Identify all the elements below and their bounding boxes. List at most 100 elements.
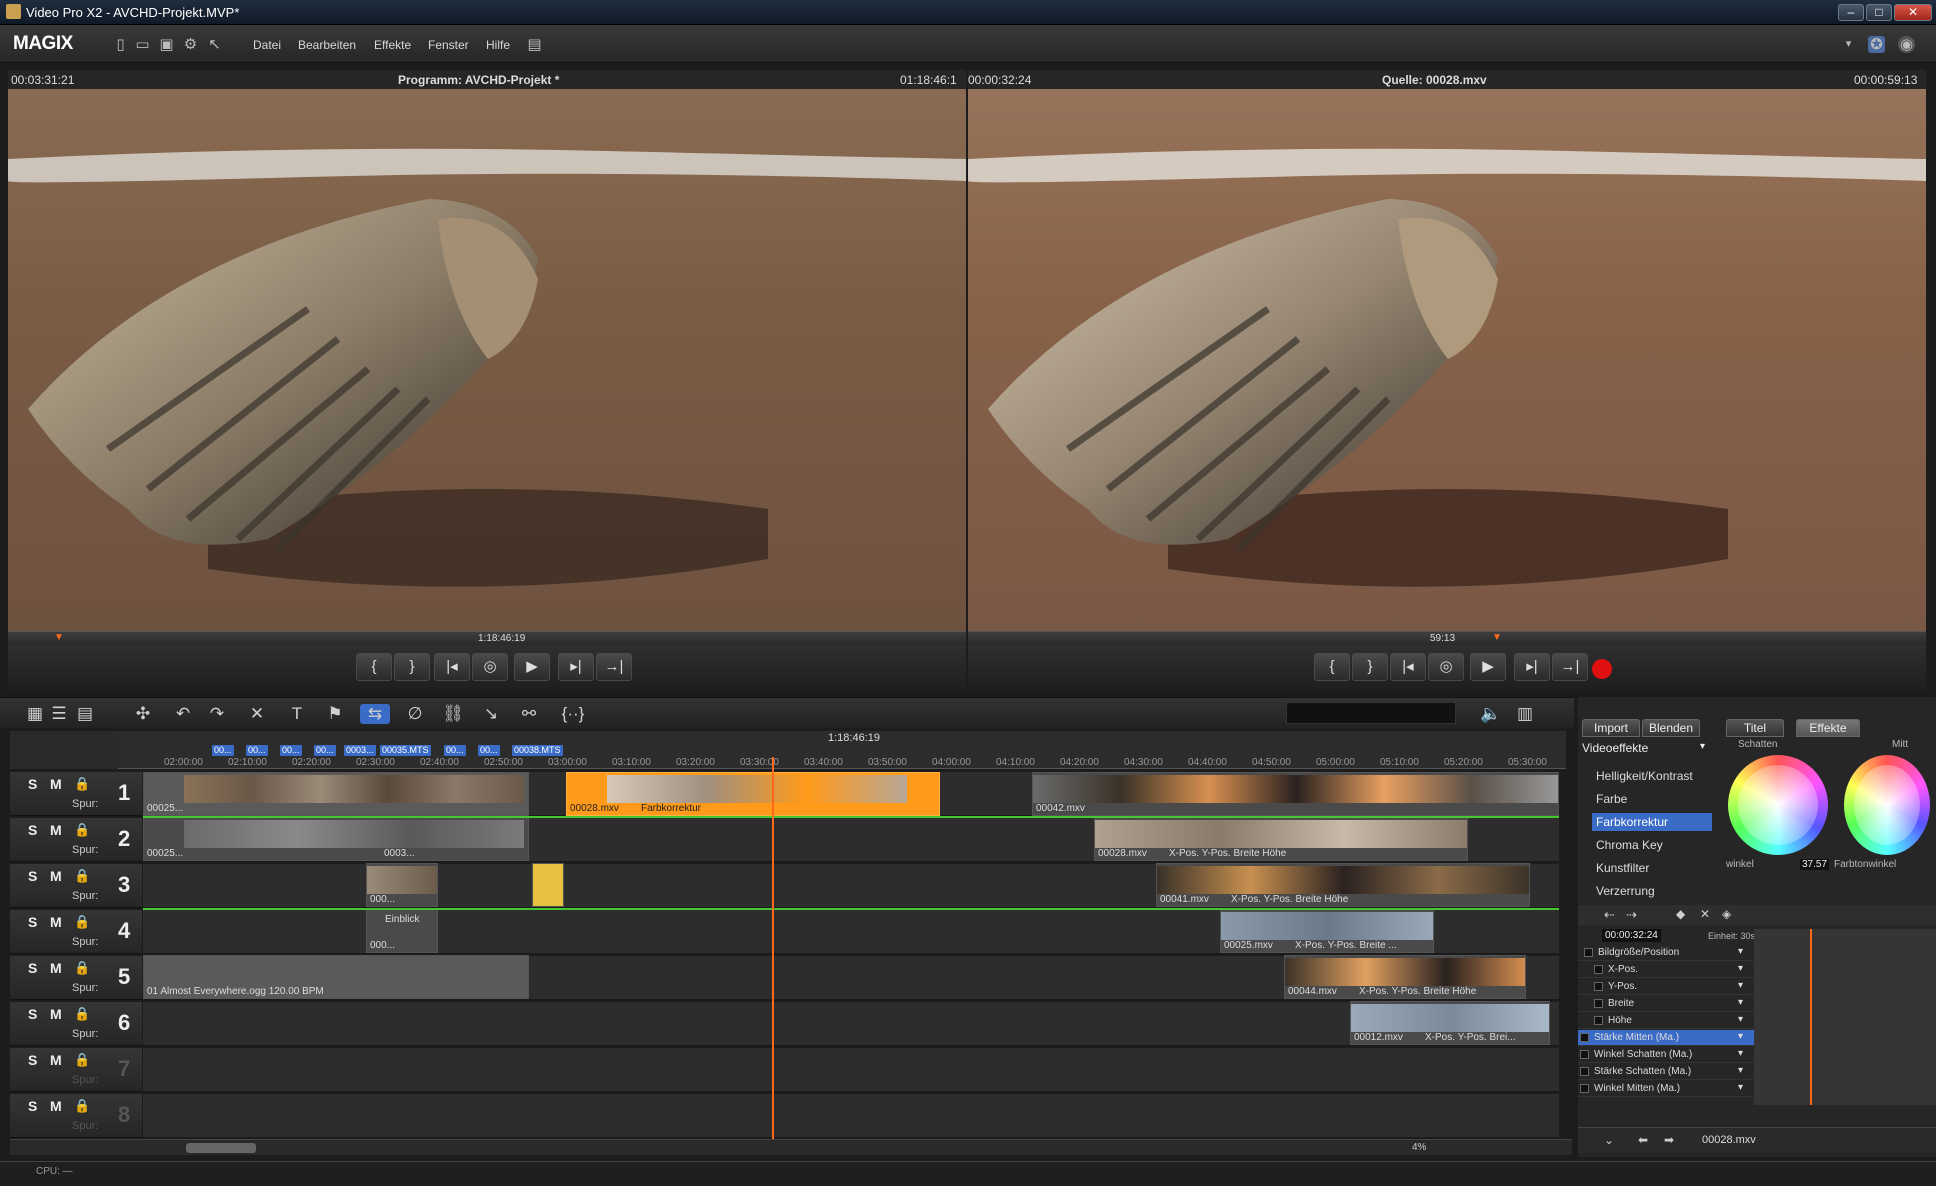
clip-track5-audio[interactable]: 01 Almost Everywhere.ogg 120.00 BPM [143,955,529,999]
menu-hilfe[interactable]: Hilfe [486,38,510,52]
tab-titel[interactable]: Titel [1726,719,1784,737]
timeline-ruler[interactable]: 1:18:46:19 00... 00... 00... 00... 0003... 00… [118,731,1566,769]
timeline-playhead[interactable] [772,757,774,1139]
split-tool-icon[interactable]: ⚯ [518,704,540,724]
color-wheel-midtones[interactable] [1844,755,1930,855]
scroll-thumb[interactable] [186,1143,256,1153]
timeline-marker[interactable]: 00035.MTS [380,745,431,756]
chevron-down-icon[interactable]: ▾ [1738,980,1743,991]
parameter-checkbox[interactable] [1580,1067,1589,1076]
lock-icon[interactable]: 🔒 [74,1052,90,1068]
volume-curve-track1[interactable] [143,816,1559,818]
chevron-down-icon[interactable]: ▾ [1738,946,1743,957]
program-loop-button[interactable]: ◎ [472,653,508,681]
timeline-marker[interactable]: 00... [212,745,234,756]
timeline-marker[interactable]: 00... [444,745,466,756]
parameter-checkbox[interactable] [1594,982,1603,991]
parameter-checkbox[interactable] [1594,1016,1603,1025]
chevron-down-icon[interactable]: ▾ [1738,1014,1743,1025]
scene-overview-icon[interactable]: ☰ [48,704,70,724]
storyboard-mode-icon[interactable]: ▦ [24,704,46,724]
minimize-button[interactable]: – [1838,4,1864,21]
clip-track2-c[interactable]: 00028.mxv X-Pos. Y-Pos. Breite Höhe [1094,817,1468,861]
source-scrub-bar[interactable]: 59:13 ▼ [968,631,1926,645]
parameter-checkbox[interactable] [1580,1084,1589,1093]
timeline-scrollbar[interactable]: 4% [10,1139,1572,1155]
mute-button[interactable]: M [50,776,62,792]
clip-track3-b[interactable]: 00041.mxv X-Pos. Y-Pos. Breite Höhe [1156,863,1530,907]
undo-icon[interactable]: ↶ [172,704,194,724]
network-icon[interactable]: ✪ [1868,36,1885,53]
program-end-button[interactable]: →| [596,653,632,681]
menu-bearbeiten[interactable]: Bearbeiten [298,38,356,52]
back-arrow-icon[interactable]: ⬅ [1638,1133,1648,1147]
source-play-button[interactable]: ▶ [1470,653,1506,681]
source-end-button[interactable]: →| [1552,653,1588,681]
parameter-row[interactable]: Stärke Mitten (Ma.) ▾ [1578,1030,1754,1046]
clip-track4-b[interactable]: 00025.mxv X-Pos. Y-Pos. Breite ... [1220,909,1434,953]
program-prev-marker-button[interactable]: |◂ [434,653,470,681]
maximize-button[interactable]: □ [1866,4,1892,21]
delete-keyframe-icon[interactable]: ✕ [1700,907,1710,921]
title-tool-icon[interactable]: T [286,704,308,724]
program-next-marker-button[interactable]: ▸| [558,653,594,681]
collapse-icon[interactable]: ⌄ [1604,1133,1614,1147]
timeline-marker[interactable]: 00... [280,745,302,756]
volume-icon[interactable]: 🔈 [1480,704,1502,724]
parameter-row[interactable]: Bildgröße/Position ▾ [1578,945,1754,961]
color-wheel-shadows[interactable] [1728,755,1828,855]
parameter-row[interactable]: Y-Pos. ▾ [1578,979,1754,995]
mute-button[interactable]: M [50,822,62,838]
source-next-marker-button[interactable]: ▸| [1514,653,1550,681]
options-icon[interactable]: ◉ [1898,36,1915,53]
timeline-mode-icon[interactable]: ▤ [74,704,96,724]
tab-effekte[interactable]: Effekte [1796,719,1860,737]
source-in-point-button[interactable]: { [1314,653,1350,681]
effect-item[interactable]: Helligkeit/Kontrast [1592,767,1712,785]
group-icon[interactable]: ∅ [404,704,426,724]
keyframe-time[interactable]: 00:00:32:24 [1602,929,1661,942]
parameter-checkbox[interactable] [1594,965,1603,974]
mute-button[interactable]: M [50,1006,62,1022]
program-out-point-button[interactable]: } [394,653,430,681]
chevron-down-icon[interactable]: ▾ [1738,963,1743,974]
volume-curve-track3[interactable] [143,908,1559,910]
mute-button[interactable]: M [50,1098,62,1114]
redo-icon[interactable]: ↷ [206,704,228,724]
solo-button[interactable]: S [28,776,37,792]
source-playhead-icon[interactable]: ▼ [1492,632,1502,643]
lock-icon[interactable]: 🔒 [74,1006,90,1022]
parameter-checkbox[interactable] [1584,948,1593,957]
mute-button[interactable]: M [50,914,62,930]
add-keyframe-icon[interactable]: ◆ [1676,907,1685,921]
clip-track4-a[interactable]: Einblick 000... [366,909,438,953]
parameter-checkbox[interactable] [1580,1033,1589,1042]
source-prev-marker-button[interactable]: |◂ [1390,653,1426,681]
keyframe-playhead[interactable] [1810,929,1812,1105]
effect-item[interactable]: Kunstfilter [1592,859,1712,877]
mute-button[interactable]: M [50,1052,62,1068]
parameter-row[interactable]: Stärke Schatten (Ma.) ▾ [1578,1064,1754,1080]
chevron-down-icon[interactable]: ▾ [1738,1082,1743,1093]
menu-fenster[interactable]: Fenster [428,38,469,52]
effect-category-select[interactable]: Videoeffekte ▾ [1582,741,1712,759]
effect-item[interactable]: Farbe [1592,790,1712,808]
delete-icon[interactable]: ✕ [246,704,268,724]
lock-icon[interactable]: 🔒 [74,960,90,976]
snap-icon[interactable]: ⇆ [360,704,390,724]
lock-icon[interactable]: 🔒 [74,776,90,792]
mixer-icon[interactable]: ▥ [1514,704,1536,724]
source-loop-button[interactable]: ◎ [1428,653,1464,681]
clip-track5-b[interactable]: 00044.mxv X-Pos. Y-Pos. Breite Höhe [1284,955,1526,999]
cut-tool-icon[interactable]: ↘ [480,704,502,724]
effect-item[interactable]: Farbkorrektur [1592,813,1712,831]
keyframe-graph[interactable] [1754,929,1936,1105]
settings-icon[interactable]: ⚙ [182,36,199,53]
menu-datei[interactable]: Datei [253,38,281,52]
chevron-down-icon[interactable]: ▾ [1738,1048,1743,1059]
source-out-point-button[interactable]: } [1352,653,1388,681]
clip-track6-b[interactable]: 00012.mxv X-Pos. Y-Pos. Brei... [1350,1001,1550,1045]
chevron-down-icon[interactable]: ▾ [1738,1031,1743,1042]
clip-track1-b[interactable]: 00042.mxv [1032,772,1559,816]
effect-item[interactable]: Chroma Key [1592,836,1712,854]
